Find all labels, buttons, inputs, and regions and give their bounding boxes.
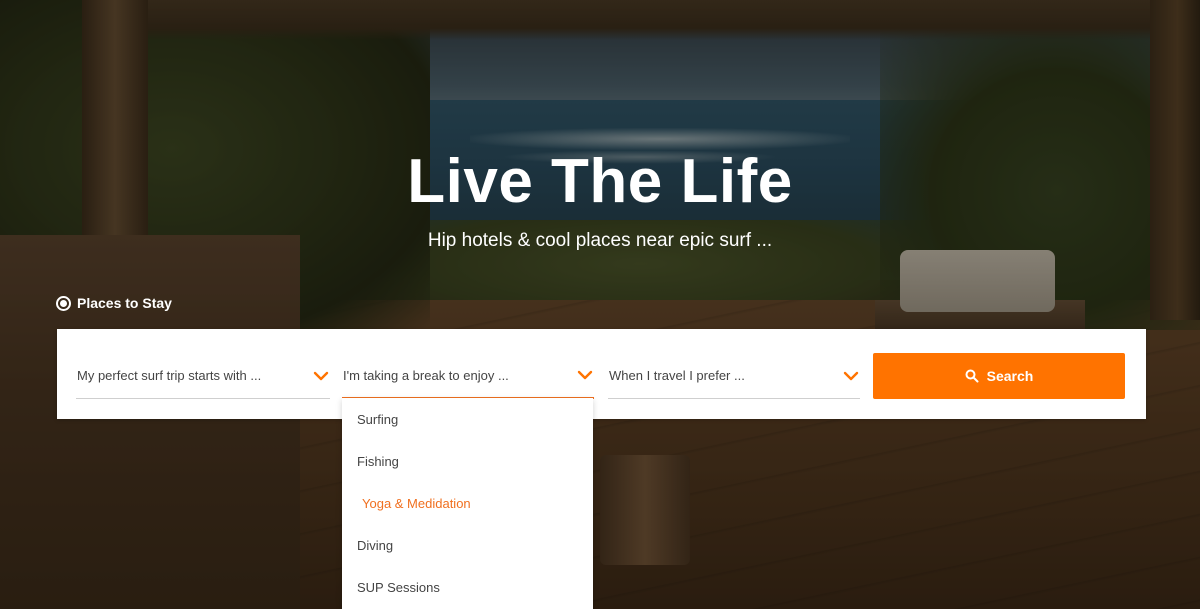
dropdown-item-fishing[interactable]: Fishing — [342, 440, 593, 482]
search-panel: My perfect surf trip starts with ... I'm… — [57, 329, 1146, 419]
activity-select[interactable]: I'm taking a break to enjoy ... — [342, 353, 594, 399]
surf-trip-select-label: My perfect surf trip starts with ... — [77, 368, 262, 383]
dropdown-item-yoga[interactable]: Yoga & Medidation — [342, 482, 593, 524]
activity-dropdown-menu: Surfing Fishing Yoga & Medidation Diving… — [342, 398, 593, 609]
surf-trip-select[interactable]: My perfect surf trip starts with ... — [76, 353, 330, 399]
search-button[interactable]: Search — [873, 353, 1125, 399]
radio-dot — [60, 299, 67, 307]
hero-background — [0, 0, 1200, 609]
chevron-down-icon — [843, 371, 859, 380]
hero-subtitle: Hip hotels & cool places near epic surf … — [427, 230, 773, 251]
dropdown-item-sup[interactable]: SUP Sessions — [342, 566, 593, 608]
travel-preference-select[interactable]: When I travel I prefer ... — [608, 353, 860, 399]
chevron-down-icon — [313, 371, 329, 380]
dropdown-item-diving[interactable]: Diving — [342, 524, 593, 566]
search-button-label: Search — [986, 368, 1034, 384]
hero-overlay — [0, 0, 1200, 609]
activity-select-label: I'm taking a break to enjoy ... — [343, 367, 509, 383]
chevron-down-icon — [577, 370, 593, 380]
places-to-stay-radio[interactable]: Places to Stay — [56, 292, 172, 314]
travel-preference-select-label: When I travel I prefer ... — [609, 368, 745, 383]
hero-title: Live The Life — [407, 147, 793, 216]
search-icon — [965, 369, 979, 383]
radio-selected-icon — [56, 295, 71, 311]
dropdown-item-surfing[interactable]: Surfing — [342, 398, 593, 440]
places-to-stay-label: Places to Stay — [77, 295, 172, 311]
